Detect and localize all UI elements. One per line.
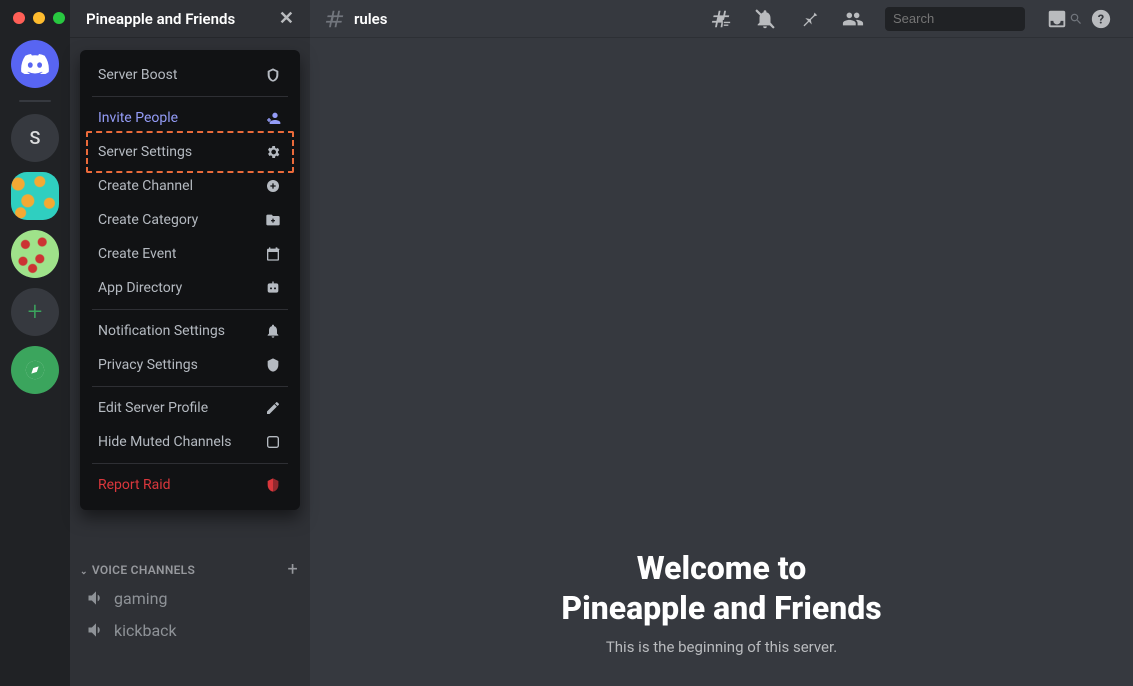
menu-server-settings[interactable]: Server Settings (88, 135, 292, 169)
search-box[interactable] (885, 7, 1025, 31)
folder-plus-icon (264, 211, 282, 229)
menu-separator (92, 463, 288, 464)
menu-label: Create Category (98, 212, 198, 228)
shield-alert-icon (264, 476, 282, 494)
guild-separator (19, 100, 51, 102)
minimize-window-button[interactable] (33, 12, 45, 24)
explore-servers-button[interactable] (11, 346, 59, 394)
svg-text:?: ? (1098, 12, 1104, 27)
welcome-subtitle: This is the beginning of this server. (606, 638, 837, 656)
add-server-button[interactable]: + (11, 288, 59, 336)
home-button[interactable] (11, 40, 59, 88)
menu-notification-settings[interactable]: Notification Settings (88, 314, 292, 348)
category-label: VOICE CHANNELS (92, 563, 195, 577)
robot-icon (264, 279, 282, 297)
menu-separator (92, 386, 288, 387)
channel-name: gaming (114, 589, 167, 608)
plus-circle-icon (264, 177, 282, 195)
menu-server-boost[interactable]: Server Boost (88, 58, 292, 92)
guild-pineapple[interactable] (11, 172, 59, 220)
channel-name: kickback (114, 621, 177, 640)
guild-cherry[interactable] (11, 230, 59, 278)
channel-title: rules (354, 10, 387, 28)
category-voice-header[interactable]: ⌄ VOICE CHANNELS + (78, 543, 302, 582)
add-channel-icon[interactable]: + (287, 559, 298, 580)
shield-icon (264, 356, 282, 374)
invite-icon (264, 109, 282, 127)
server-dropdown-menu: Server Boost Invite People Server Settin… (80, 50, 300, 510)
menu-label: Server Boost (98, 67, 177, 83)
hash-icon (324, 8, 346, 30)
search-input[interactable] (893, 11, 1069, 26)
menu-label: Create Event (98, 246, 176, 262)
checkbox-icon (264, 433, 282, 451)
boost-icon (264, 66, 282, 84)
guild-s[interactable]: S (11, 114, 59, 162)
welcome-title: Welcome to Pineapple and Friends (561, 548, 881, 628)
server-name: Pineapple and Friends (86, 10, 235, 28)
pinned-icon[interactable] (797, 7, 821, 31)
menu-create-category[interactable]: Create Category (88, 203, 292, 237)
menu-label: Notification Settings (98, 323, 225, 339)
pencil-icon (264, 399, 282, 417)
welcome-line2: Pineapple and Friends (561, 588, 881, 628)
window-controls (13, 12, 65, 24)
speaker-icon (86, 620, 106, 640)
menu-label: Server Settings (98, 144, 192, 160)
menu-report-raid[interactable]: Report Raid (88, 468, 292, 502)
menu-edit-server-profile[interactable]: Edit Server Profile (88, 391, 292, 425)
speaker-icon (86, 588, 106, 608)
search-icon (1069, 12, 1083, 26)
menu-label: App Directory (98, 280, 182, 296)
menu-label: Privacy Settings (98, 357, 198, 373)
discord-logo-icon (21, 54, 49, 74)
main-content: rules ? Welcome to Pineapple an (310, 0, 1133, 686)
menu-hide-muted[interactable]: Hide Muted Channels (88, 425, 292, 459)
close-window-button[interactable] (13, 12, 25, 24)
menu-label: Report Raid (98, 477, 171, 493)
menu-app-directory[interactable]: App Directory (88, 271, 292, 305)
menu-separator (92, 96, 288, 97)
server-header[interactable]: Pineapple and Friends ✕ (70, 0, 310, 38)
channel-topbar: rules ? (310, 0, 1133, 38)
menu-label: Hide Muted Channels (98, 434, 231, 450)
voice-channel-kickback[interactable]: kickback (78, 614, 302, 646)
compass-icon (24, 359, 46, 381)
help-icon[interactable]: ? (1089, 7, 1113, 31)
close-icon: ✕ (279, 8, 294, 29)
chevron-down-icon: ⌄ (80, 567, 88, 577)
calendar-plus-icon (264, 245, 282, 263)
notifications-muted-icon[interactable] (753, 7, 777, 31)
gear-icon (264, 143, 282, 161)
welcome-line1: Welcome to (561, 548, 881, 588)
menu-separator (92, 309, 288, 310)
menu-label: Edit Server Profile (98, 400, 208, 416)
inbox-icon[interactable] (1045, 7, 1069, 31)
menu-create-channel[interactable]: Create Channel (88, 169, 292, 203)
members-icon[interactable] (841, 7, 865, 31)
menu-privacy-settings[interactable]: Privacy Settings (88, 348, 292, 382)
guild-sidebar: S + (0, 0, 70, 686)
menu-invite-people[interactable]: Invite People (88, 101, 292, 135)
welcome-area: Welcome to Pineapple and Friends This is… (310, 38, 1133, 686)
menu-create-event[interactable]: Create Event (88, 237, 292, 271)
maximize-window-button[interactable] (53, 12, 65, 24)
bell-icon (264, 322, 282, 340)
voice-channel-gaming[interactable]: gaming (78, 582, 302, 614)
threads-icon[interactable] (709, 7, 733, 31)
menu-label: Invite People (98, 110, 178, 126)
menu-label: Create Channel (98, 178, 193, 194)
